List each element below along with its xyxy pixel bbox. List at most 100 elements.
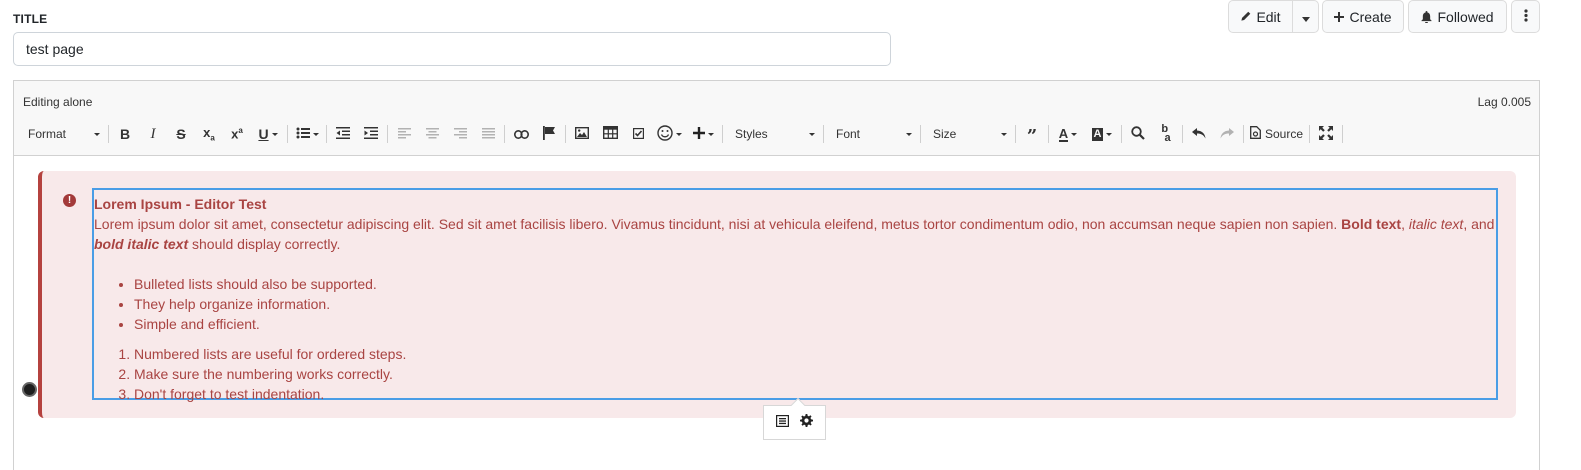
bold-text: Bold text (1341, 216, 1402, 232)
flag-icon (542, 125, 556, 143)
list-item: They help organize information. (134, 294, 1496, 314)
size-label: Size (933, 127, 957, 141)
styles-dropdown[interactable]: Styles (725, 122, 821, 146)
plus-icon (692, 126, 705, 142)
italic-button[interactable]: I (139, 122, 167, 146)
edit-button[interactable]: Edit (1228, 0, 1293, 33)
underline-dropdown[interactable]: U (251, 122, 285, 146)
subscript-button[interactable]: xa (195, 122, 223, 146)
rich-text-editor: Editing alone Lag 0.005 Format B I S xa … (13, 80, 1540, 470)
italic-text: italic text (1408, 216, 1464, 232)
list-item: Make sure the numbering works correctly. (134, 364, 1496, 384)
replace-button[interactable]: b a (1152, 122, 1180, 146)
widget-toolbar (763, 405, 826, 440)
align-center-button[interactable] (418, 122, 446, 146)
gear-icon[interactable] (800, 413, 813, 432)
anchor-button[interactable] (535, 122, 563, 146)
editor-toolbar: Format B I S xa xa U Styles Font Size ” … (18, 122, 1345, 146)
image-button[interactable] (568, 122, 596, 146)
list-item: Bulleted lists should also be supported. (134, 274, 1496, 294)
search-icon (1131, 125, 1145, 143)
ellipsis-vertical-icon (1523, 8, 1528, 25)
format-label: Format (28, 127, 67, 141)
bold-italic-text: bold italic text (94, 236, 189, 252)
plus-icon (1334, 11, 1345, 22)
find-replace-icon: b a (1161, 123, 1171, 144)
source-button[interactable]: Source (1246, 122, 1307, 146)
indent-icon (364, 126, 378, 142)
checkbox-button[interactable] (624, 122, 652, 146)
table-button[interactable] (596, 122, 624, 146)
image-icon (574, 126, 590, 142)
redo-button[interactable] (1213, 122, 1241, 146)
outdent-button[interactable] (329, 122, 357, 146)
bold-icon: B (119, 126, 131, 142)
checkbox-icon (632, 127, 644, 142)
emoji-dropdown[interactable] (652, 122, 686, 146)
alert-paragraph: Lorem ipsum dolor sit amet, consectetur … (94, 216, 1495, 252)
lag-indicator: Lag 0.005 (1477, 95, 1531, 109)
list-item: Numbered lists are useful for ordered st… (134, 344, 1496, 364)
caret-down-icon (1301, 9, 1310, 25)
create-label: Create (1349, 8, 1392, 25)
maximize-icon (1319, 125, 1334, 143)
widget-handle[interactable] (22, 382, 37, 397)
align-right-button[interactable] (446, 122, 474, 146)
align-justify-icon (481, 127, 495, 142)
align-left-icon (397, 127, 411, 142)
editing-status: Editing alone (23, 95, 93, 109)
undo-button[interactable] (1185, 122, 1213, 146)
bulleted-list: Bulleted lists should also be supported.… (94, 274, 1496, 334)
exclamation-circle-icon: ! (63, 194, 76, 207)
styles-label: Styles (735, 127, 768, 141)
insert-dropdown[interactable] (686, 122, 720, 146)
list-dropdown[interactable] (290, 122, 324, 146)
format-dropdown[interactable]: Format (18, 122, 106, 146)
maximize-button[interactable] (1312, 122, 1340, 146)
title-input[interactable] (13, 32, 891, 66)
pencil-icon (1240, 11, 1251, 22)
background-color-icon: A (1091, 127, 1104, 141)
indent-button[interactable] (357, 122, 385, 146)
link-icon (513, 127, 529, 142)
background-color-dropdown[interactable]: A (1085, 122, 1119, 146)
followed-label: Followed (1437, 8, 1494, 25)
size-dropdown[interactable]: Size (923, 122, 1013, 146)
create-button[interactable]: Create (1322, 0, 1404, 33)
source-label: Source (1265, 127, 1304, 141)
align-center-icon (425, 127, 439, 142)
alert-content-selection[interactable]: Lorem Ipsum - Editor Test Lorem ipsum do… (92, 188, 1498, 402)
numbered-list: Numbered lists are useful for ordered st… (94, 344, 1496, 404)
align-justify-button[interactable] (474, 122, 502, 146)
find-button[interactable] (1124, 122, 1152, 146)
font-dropdown[interactable]: Font (826, 122, 918, 146)
outdent-icon (336, 126, 350, 142)
subscript-icon: xa (203, 125, 215, 143)
bold-button[interactable]: B (111, 122, 139, 146)
underline-icon: U (258, 126, 269, 142)
strikethrough-button[interactable]: S (167, 122, 195, 146)
list-item: Don't forget to test indentation. (134, 384, 1496, 404)
more-actions-button[interactable] (1511, 0, 1540, 33)
bell-icon (1421, 10, 1433, 23)
superscript-button[interactable]: xa (223, 122, 251, 146)
followed-button[interactable]: Followed (1408, 0, 1507, 33)
blockquote-button[interactable]: ” (1018, 122, 1046, 146)
align-left-button[interactable] (390, 122, 418, 146)
text-color-icon: A (1058, 125, 1069, 142)
title-label: TITLE (13, 12, 48, 26)
link-button[interactable] (507, 122, 535, 146)
smiley-icon (656, 124, 673, 144)
source-file-icon (1250, 126, 1265, 142)
bullet-list-icon (296, 127, 310, 142)
list-details-icon[interactable] (776, 414, 790, 432)
font-label: Font (836, 127, 861, 141)
alert-block[interactable]: ! Lorem Ipsum - Editor Test Lorem ipsum … (38, 171, 1516, 418)
superscript-icon: xa (231, 126, 243, 142)
italic-icon: I (150, 125, 156, 142)
editor-top-bar: Editing alone Lag 0.005 Format B I S xa … (14, 81, 1539, 156)
editor-content[interactable]: ! Lorem Ipsum - Editor Test Lorem ipsum … (14, 156, 1539, 470)
redo-icon (1220, 127, 1234, 142)
edit-dropdown-button[interactable] (1292, 0, 1319, 33)
text-color-dropdown[interactable]: A (1051, 122, 1085, 146)
